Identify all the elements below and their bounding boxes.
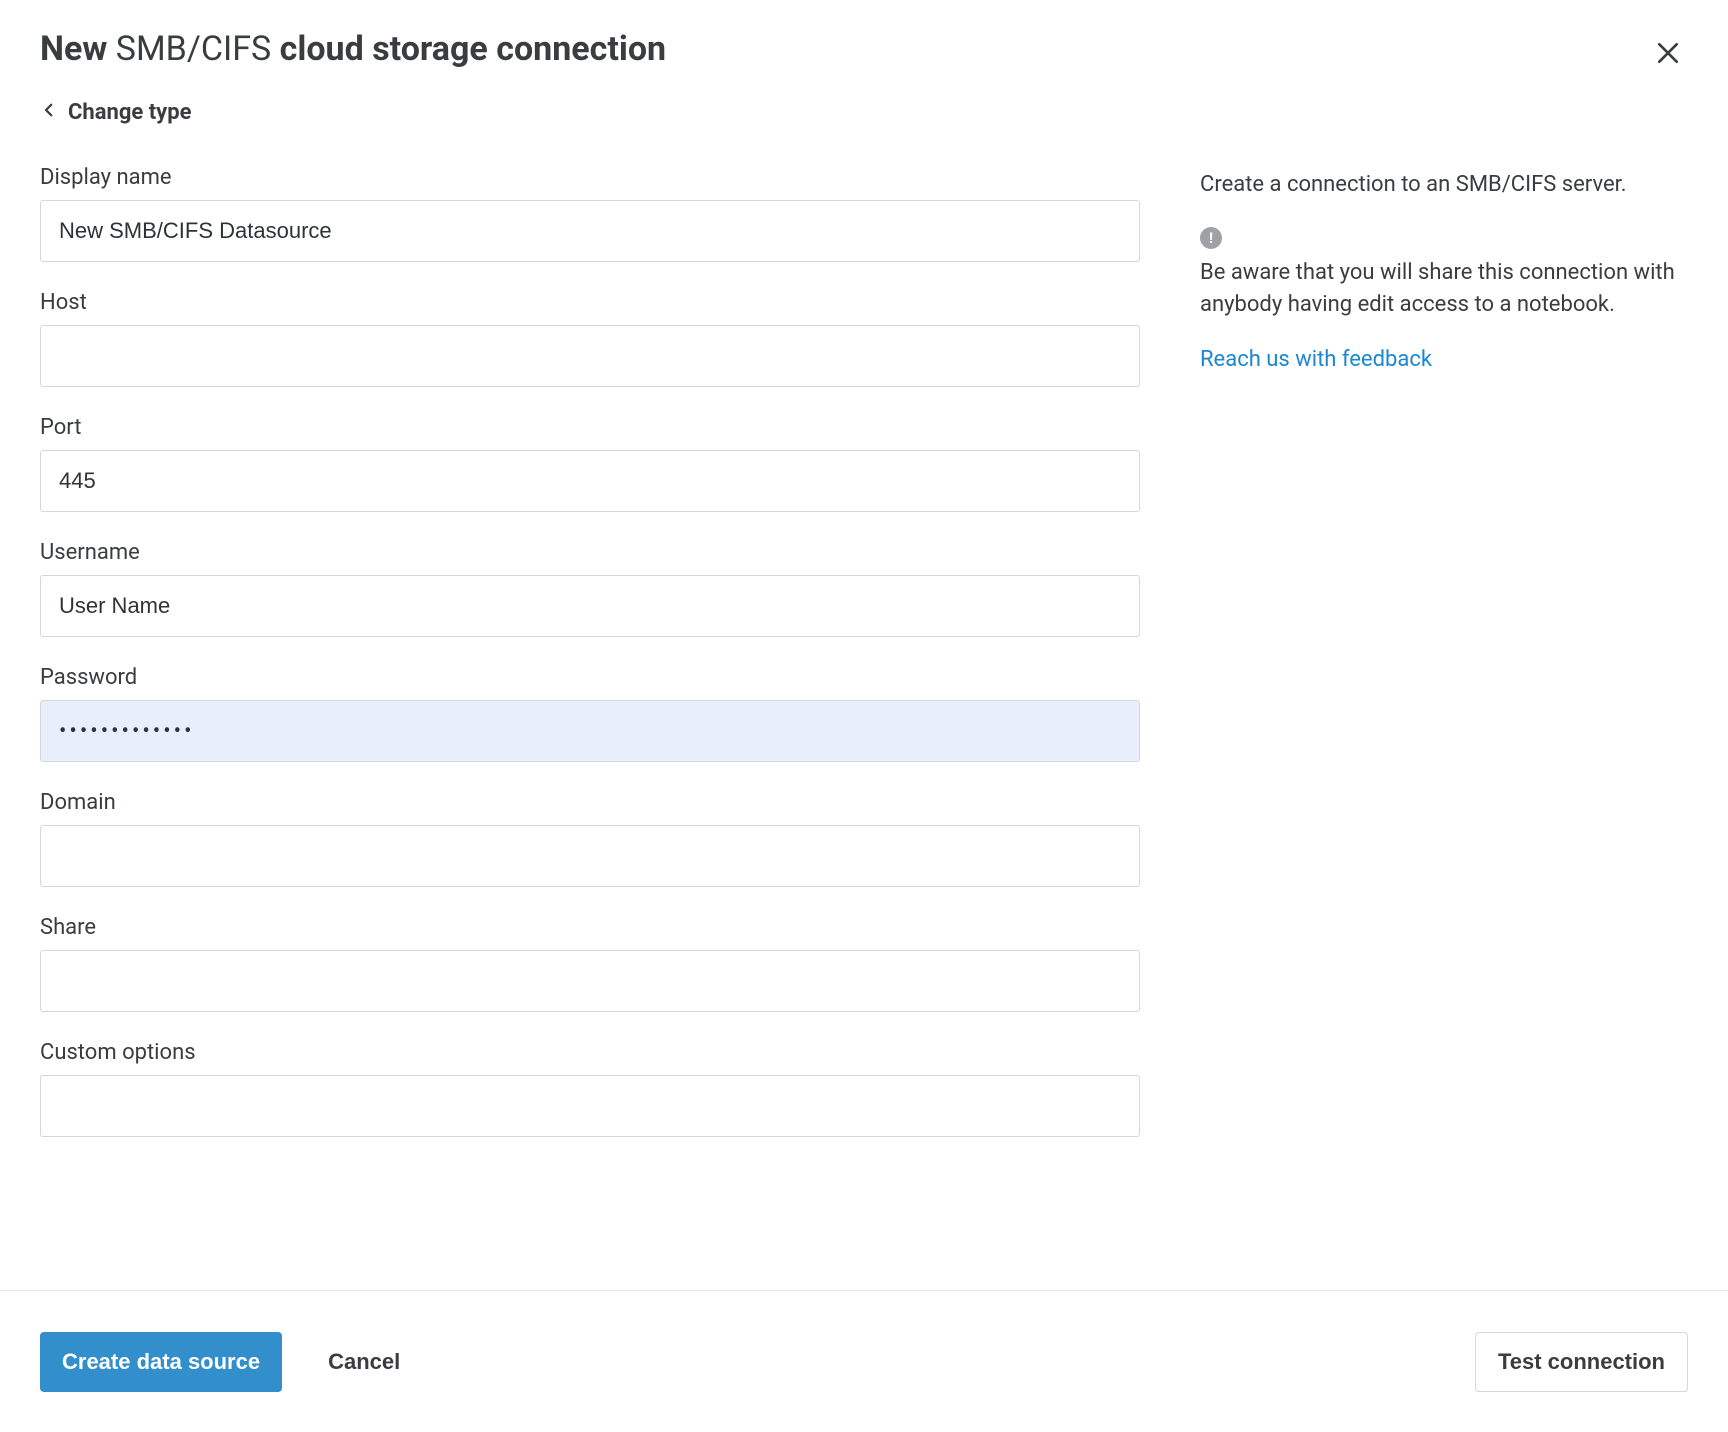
sidebar-intro: Create a connection to an SMB/CIFS serve…	[1200, 169, 1688, 201]
warning-icon: !	[1200, 227, 1222, 249]
field-username: Username	[40, 540, 1140, 637]
title-part-suffix: cloud storage connection	[280, 29, 666, 69]
input-domain[interactable]	[40, 825, 1140, 887]
input-port[interactable]	[40, 450, 1140, 512]
change-type-label: Change type	[68, 100, 192, 125]
title-part-new: New	[40, 29, 107, 69]
field-share: Share	[40, 915, 1140, 1012]
field-domain: Domain	[40, 790, 1140, 887]
input-password[interactable]	[40, 700, 1140, 762]
dialog-title: New SMB/CIFS cloud storage connection	[40, 28, 666, 71]
cancel-button[interactable]: Cancel	[306, 1332, 422, 1392]
input-share[interactable]	[40, 950, 1140, 1012]
dialog-new-smb-cifs-connection: New SMB/CIFS cloud storage connection	[0, 0, 1728, 1432]
test-connection-button[interactable]: Test connection	[1475, 1332, 1688, 1392]
field-custom-options: Custom options	[40, 1040, 1140, 1137]
field-port: Port	[40, 415, 1140, 512]
label-custom-options: Custom options	[40, 1040, 1140, 1065]
feedback-link[interactable]: Reach us with feedback	[1200, 347, 1432, 372]
change-type-link[interactable]: Change type	[40, 100, 192, 125]
label-domain: Domain	[40, 790, 1140, 815]
sidebar-warning: ! Be aware that you will share this conn…	[1200, 227, 1688, 321]
create-data-source-button[interactable]: Create data source	[40, 1332, 282, 1392]
label-share: Share	[40, 915, 1140, 940]
close-button[interactable]	[1648, 34, 1688, 74]
label-password: Password	[40, 665, 1140, 690]
dialog-footer: Create data source Cancel Test connectio…	[0, 1290, 1728, 1432]
field-display-name: Display name	[40, 165, 1140, 262]
dialog-content: New SMB/CIFS cloud storage connection	[0, 0, 1728, 1290]
input-host[interactable]	[40, 325, 1140, 387]
sidebar-warning-text: Be aware that you will share this connec…	[1200, 257, 1688, 321]
input-display-name[interactable]	[40, 200, 1140, 262]
input-username[interactable]	[40, 575, 1140, 637]
input-custom-options[interactable]	[40, 1075, 1140, 1137]
close-icon	[1655, 40, 1681, 69]
field-host: Host	[40, 290, 1140, 387]
title-part-type: SMB/CIFS	[116, 29, 271, 69]
dialog-header: New SMB/CIFS cloud storage connection	[40, 28, 1688, 74]
footer-left: Create data source Cancel	[40, 1332, 422, 1392]
label-display-name: Display name	[40, 165, 1140, 190]
label-port: Port	[40, 415, 1140, 440]
dialog-body: Display name Host Port Username Password	[40, 165, 1688, 1165]
field-password: Password	[40, 665, 1140, 762]
chevron-left-icon	[40, 100, 58, 125]
form-column: Display name Host Port Username Password	[40, 165, 1140, 1165]
label-username: Username	[40, 540, 1140, 565]
sidebar-column: Create a connection to an SMB/CIFS serve…	[1200, 165, 1688, 1165]
label-host: Host	[40, 290, 1140, 315]
